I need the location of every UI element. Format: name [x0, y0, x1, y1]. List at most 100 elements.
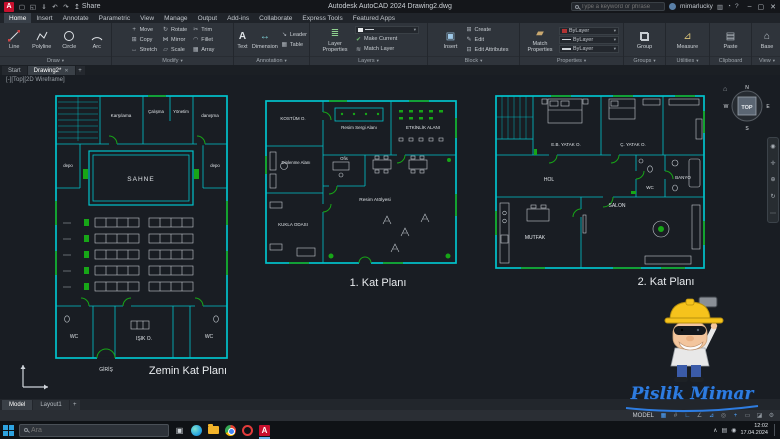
- base-tool[interactable]: ⌂ Base: [754, 30, 780, 50]
- tab-view[interactable]: View: [135, 13, 159, 23]
- redo-icon[interactable]: ↷: [62, 3, 70, 11]
- avatar[interactable]: [669, 3, 676, 10]
- tab-annotate[interactable]: Annotate: [58, 13, 94, 23]
- panel-label-draw[interactable]: Draw▾: [0, 56, 111, 65]
- panel-label-groups[interactable]: Groups▾: [624, 56, 665, 65]
- pan-icon[interactable]: ✛: [770, 160, 775, 167]
- leader-tool[interactable]: ↘Leader: [281, 30, 307, 39]
- file-tab-drawing2[interactable]: Drawing2*✕: [28, 66, 75, 75]
- minimize-button[interactable]: –: [748, 3, 752, 11]
- lineweight-dropdown[interactable]: ByLayer▾: [559, 45, 619, 53]
- tab-home[interactable]: Home: [4, 13, 31, 23]
- save-icon[interactable]: ⇓: [40, 3, 48, 11]
- panel-label-modify[interactable]: Modify▾: [112, 56, 233, 65]
- taskbar-search-box[interactable]: [19, 424, 169, 437]
- scale-tool[interactable]: ▱Scale: [162, 45, 187, 54]
- tab-insert[interactable]: Insert: [31, 13, 57, 23]
- layout1-tab[interactable]: Layout1: [33, 400, 68, 410]
- tab-express-tools[interactable]: Express Tools: [297, 13, 347, 23]
- viewcube-south[interactable]: S: [745, 126, 749, 132]
- open-icon[interactable]: ◱: [29, 3, 37, 11]
- file-tab-start[interactable]: Start: [2, 66, 27, 75]
- edge-icon[interactable]: [190, 424, 203, 437]
- text-tool[interactable]: A Text: [236, 30, 249, 50]
- new-drawing-tab-button[interactable]: +: [76, 66, 85, 75]
- lineweight-toggle-icon[interactable]: ▭: [743, 412, 752, 419]
- help-search-box[interactable]: [571, 2, 665, 11]
- tray-icon-b[interactable]: ◉: [731, 427, 736, 434]
- close-icon[interactable]: ✕: [64, 68, 68, 74]
- close-button[interactable]: ✕: [770, 3, 776, 11]
- fillet-tool[interactable]: ◠Fillet: [192, 35, 214, 44]
- tray-icon-a[interactable]: ▤: [722, 427, 728, 434]
- polar-toggle-icon[interactable]: ∠: [695, 412, 704, 419]
- new-icon[interactable]: ▢: [18, 3, 26, 11]
- viewcube-west[interactable]: W: [724, 104, 729, 110]
- measure-tool[interactable]: ⊿ Measure: [675, 30, 701, 50]
- grid-toggle-icon[interactable]: ▦: [659, 412, 668, 419]
- copy-tool[interactable]: ⊞Copy: [131, 35, 157, 44]
- tab-addins[interactable]: Add-ins: [222, 13, 254, 23]
- task-view-icon[interactable]: ▣: [173, 424, 186, 437]
- file-explorer-icon[interactable]: [207, 424, 220, 437]
- customization-gear-icon[interactable]: ⚙: [767, 412, 776, 419]
- full-nav-wheel-icon[interactable]: ◉: [770, 143, 775, 150]
- edit-block-tool[interactable]: ✎Edit: [466, 35, 509, 44]
- drawing-canvas[interactable]: [-][Top][2D Wireframe]: [0, 75, 780, 399]
- maximize-button[interactable]: ▢: [758, 3, 765, 11]
- new-layout-button[interactable]: +: [70, 400, 80, 410]
- tab-parametric[interactable]: Parametric: [94, 13, 135, 23]
- layer-dropdown[interactable]: ▾: [355, 26, 419, 34]
- tray-chevron-icon[interactable]: ∧: [713, 427, 717, 434]
- dynamic-input-icon[interactable]: +: [731, 413, 740, 419]
- tab-collaborate[interactable]: Collaborate: [254, 13, 297, 23]
- autocad-taskbar-icon[interactable]: A: [258, 424, 271, 437]
- taskbar-search-input[interactable]: [31, 427, 151, 434]
- group-tool[interactable]: Group: [632, 30, 658, 50]
- chrome-icon[interactable]: [224, 424, 237, 437]
- viewcube-east[interactable]: E: [766, 104, 770, 110]
- mirror-tool[interactable]: ⋈Mirror: [162, 35, 187, 44]
- zoom-icon[interactable]: ⊕: [770, 176, 775, 183]
- linetype-dropdown[interactable]: ByLayer▾: [559, 36, 619, 44]
- match-layer-tool[interactable]: ≋Match Layer: [355, 45, 419, 54]
- more-tools-icon[interactable]: ⋯: [770, 210, 776, 217]
- tab-output[interactable]: Output: [193, 13, 223, 23]
- viewcube[interactable]: ⌂ TOP N S W E: [720, 79, 774, 137]
- isodraft-icon[interactable]: ◪: [755, 412, 764, 419]
- show-desktop-strip[interactable]: [774, 424, 778, 436]
- panel-label-view[interactable]: View▾: [752, 56, 780, 65]
- signed-in-user[interactable]: mimarlucky: [680, 3, 713, 10]
- model-tab[interactable]: Model: [2, 400, 32, 410]
- viewcube-north[interactable]: N: [745, 85, 749, 91]
- viewcube-top-face[interactable]: TOP: [741, 105, 753, 111]
- search-input[interactable]: [581, 4, 661, 10]
- basket-icon[interactable]: ▥: [717, 3, 723, 11]
- start-button[interactable]: [2, 424, 15, 437]
- help-icon[interactable]: ?: [735, 3, 739, 10]
- match-properties-tool[interactable]: ▰ Match Properties: [524, 27, 556, 53]
- circle-tool[interactable]: Circle: [57, 30, 82, 50]
- panel-label-utilities[interactable]: Utilities▾: [666, 56, 709, 65]
- trim-tool[interactable]: ✂Trim: [192, 25, 214, 34]
- polyline-tool[interactable]: Polyline: [30, 30, 55, 50]
- model-space-indicator[interactable]: MODEL: [633, 413, 654, 419]
- bell-icon[interactable]: ◔: [727, 3, 731, 10]
- move-tool[interactable]: +Move: [131, 25, 157, 34]
- insert-block-tool[interactable]: ▣ Insert: [439, 30, 463, 50]
- table-tool[interactable]: ▦Table: [281, 40, 307, 49]
- arc-tool[interactable]: Arc: [85, 30, 110, 50]
- layer-properties-tool[interactable]: ≣ Layer Properties: [318, 27, 352, 53]
- ortho-toggle-icon[interactable]: ∟: [683, 413, 692, 419]
- paste-tool[interactable]: ▤ Paste: [718, 30, 744, 50]
- panel-label-layers[interactable]: Layers▾: [310, 56, 427, 65]
- opera-icon[interactable]: [241, 424, 254, 437]
- panel-label-block[interactable]: Block▾: [428, 56, 519, 65]
- autocad-app-icon[interactable]: A: [4, 2, 14, 12]
- panel-label-clipboard[interactable]: Clipboard: [710, 56, 751, 65]
- share-button[interactable]: ↥ Share: [74, 3, 101, 11]
- panel-label-annotation[interactable]: Annotation▾: [234, 56, 309, 65]
- line-tool[interactable]: Line: [2, 30, 27, 50]
- otrack-toggle-icon[interactable]: ◎: [719, 412, 728, 419]
- edit-attributes-tool[interactable]: ⊟Edit Attributes: [466, 45, 509, 54]
